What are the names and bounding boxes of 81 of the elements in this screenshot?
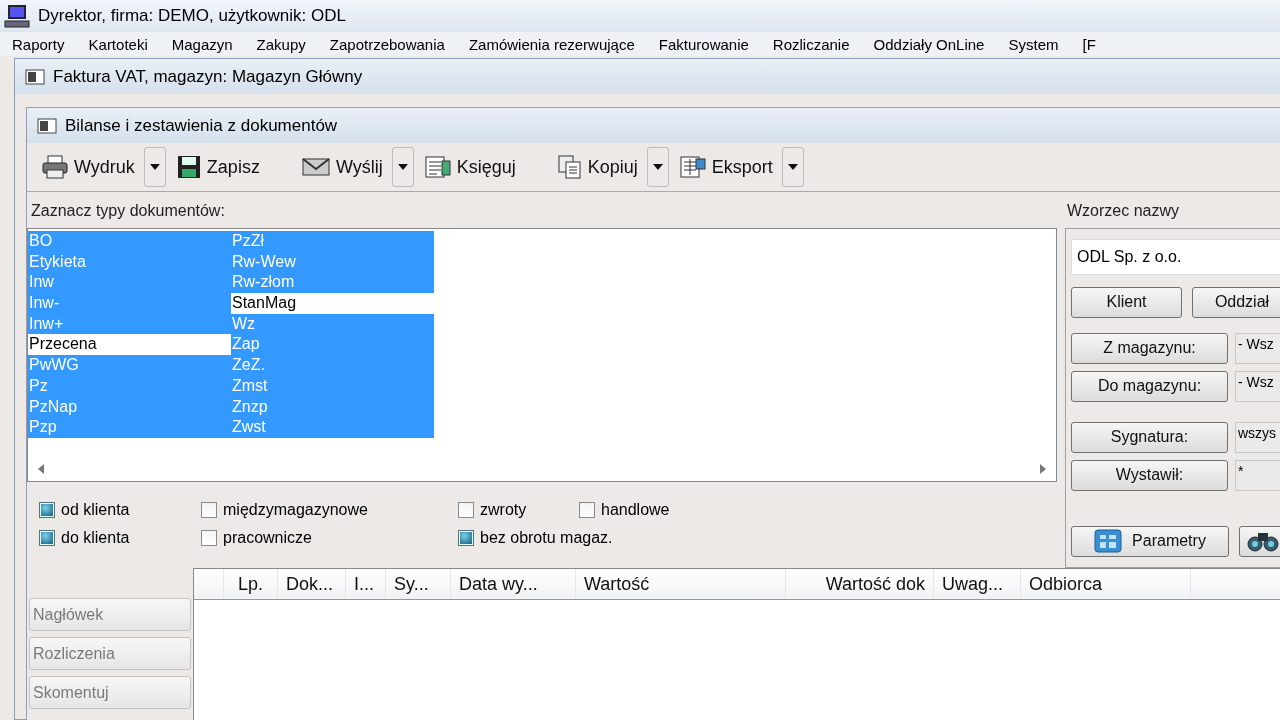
toolbar-button[interactable]: Wyślij	[294, 147, 390, 187]
printer-icon	[42, 155, 68, 179]
column-header[interactable]: Uwag...	[934, 569, 1021, 599]
checkbox[interactable]	[458, 530, 474, 546]
checkbox-label: do klienta	[61, 529, 130, 547]
window-icon	[37, 117, 57, 134]
checkbox-label: bez obrotu magaz.	[480, 529, 613, 547]
checkbox-label: międzymagazynowe	[223, 501, 368, 519]
menu-item[interactable]: Zamówienia rezerwujące	[466, 35, 637, 53]
toolbar-button[interactable]: Księguj	[417, 147, 523, 187]
copy-icon	[557, 155, 582, 179]
toolbar-button[interactable]: Zapisz	[169, 147, 267, 187]
dropdown-button[interactable]	[391, 147, 414, 187]
section-label: Wzorzec nazwy	[1066, 202, 1181, 221]
ledger-icon	[424, 155, 451, 179]
document-type-list[interactable]: BO Etykieta Inw Inw- Inw+ Przecena PwWG Pz PzNap Pzp PzZł Rw-Wew Rw-złom StanMag Wz Zap ZeZ. Zmst Znzp Zwst	[27, 228, 1057, 482]
caret-icon	[149, 164, 160, 170]
search-button[interactable]	[1239, 525, 1280, 557]
dropdown-button[interactable]	[143, 147, 166, 187]
column-header[interactable]: Data wy...	[451, 569, 576, 599]
checkbox-label: pracownicze	[223, 529, 312, 547]
app-title: Dyrektor, firma: DEMO, użytkownik: ODL	[38, 6, 346, 26]
menu-item[interactable]: [F	[1080, 35, 1098, 53]
menu-item[interactable]: Zapotrzebowania	[327, 35, 447, 53]
menu-item[interactable]: Fakturowanie	[656, 35, 751, 53]
window-title: Bilanse i zestawienia z dokumentów	[65, 115, 338, 136]
filter-button[interactable]: Klient	[1071, 286, 1182, 318]
parameters-icon	[1094, 529, 1123, 554]
list-item[interactable]: StanMag	[231, 293, 434, 314]
filter-value-field[interactable]: - Wsz	[1235, 332, 1280, 364]
filter-value-field[interactable]: - Wsz	[1235, 370, 1280, 402]
filter-button[interactable]: Z magazynu:	[1071, 332, 1228, 364]
toolbar-button[interactable]: Eksport	[672, 147, 780, 187]
window-icon	[25, 68, 45, 85]
menu-item[interactable]: Rozliczanie	[770, 35, 852, 53]
filter-button[interactable]: Oddział	[1192, 286, 1280, 318]
dropdown-button[interactable]	[646, 147, 669, 187]
checkbox[interactable]	[39, 530, 55, 546]
checkbox[interactable]	[39, 502, 55, 518]
column-header[interactable]: Lp.	[224, 569, 278, 599]
filter-value-field[interactable]: wszys	[1235, 421, 1280, 453]
envelope-icon	[301, 156, 330, 178]
scroll-right-icon[interactable]	[1040, 464, 1046, 474]
menu-item[interactable]: Oddziały OnLine	[871, 35, 987, 53]
name-pattern-field[interactable]: ODL Sp. z o.o.	[1071, 238, 1280, 275]
parameters-button[interactable]: Parametry	[1071, 525, 1229, 557]
checkbox[interactable]	[201, 502, 217, 518]
column-header[interactable]: Dok...	[278, 569, 346, 599]
caret-icon	[397, 164, 408, 170]
checkbox-label: zwroty	[480, 501, 527, 519]
menu-item[interactable]: Magazyn	[169, 35, 235, 53]
menu-item[interactable]: System	[1006, 35, 1061, 53]
menu-item[interactable]: Raporty	[10, 35, 67, 53]
list-item[interactable]: Przecena	[28, 334, 231, 356]
filter-button[interactable]: Do magazynu:	[1071, 370, 1228, 402]
checkbox[interactable]	[458, 502, 474, 518]
checkbox-label: od klienta	[61, 501, 130, 519]
floppy-icon	[176, 155, 201, 179]
spreadsheet-icon	[679, 155, 706, 179]
scroll-left-icon[interactable]	[38, 464, 44, 474]
column-header[interactable]: Wartość dok	[786, 569, 934, 599]
caret-icon	[787, 164, 798, 170]
window-title: Faktura VAT, magazyn: Magazyn Główny	[53, 66, 363, 87]
checkbox-label: handlowe	[601, 501, 670, 519]
column-header[interactable]: Wartość	[576, 569, 786, 599]
computer-icon	[4, 4, 30, 28]
filter-button[interactable]: Wystawił:	[1071, 459, 1228, 491]
caret-icon	[652, 164, 663, 170]
dropdown-button[interactable]	[781, 147, 804, 187]
column-header[interactable]: Sy...	[386, 569, 451, 599]
menu-item[interactable]: Kartoteki	[86, 35, 150, 53]
filter-button[interactable]: Sygnatura:	[1071, 421, 1228, 453]
filter-value-field[interactable]: *	[1235, 459, 1280, 491]
toolbar-button[interactable]: Kopiuj	[550, 147, 645, 187]
checkbox[interactable]	[201, 530, 217, 546]
menu-item[interactable]: Zakupy	[254, 35, 308, 53]
column-header[interactable]: Odbiorca	[1021, 569, 1191, 599]
section-label: Zaznacz typy dokumentów:	[30, 202, 226, 221]
column-header[interactable]: I...	[346, 569, 386, 599]
checkbox[interactable]	[579, 502, 595, 518]
toolbar-button[interactable]: Wydruk	[35, 147, 142, 187]
